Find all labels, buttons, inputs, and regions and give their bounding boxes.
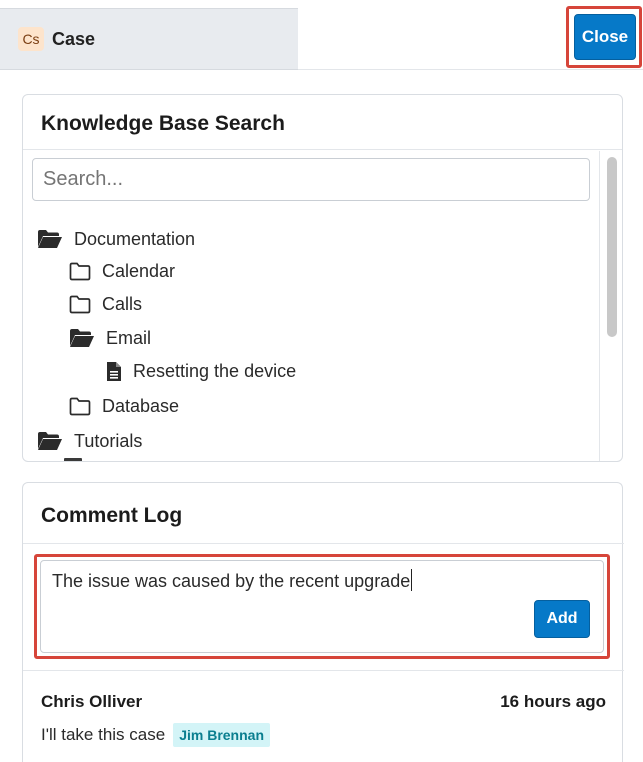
knowledge-base-scrollbar[interactable] — [599, 151, 622, 461]
tree-item-label: Calls — [102, 293, 143, 314]
folder-open-icon — [70, 329, 94, 347]
knowledge-base-title: Knowledge Base Search — [41, 112, 285, 135]
document-icon — [107, 361, 121, 381]
folder-icon — [69, 295, 91, 313]
comment-text: I'll take this case — [41, 725, 166, 744]
tree-item-documentation[interactable]: Documentation — [37, 224, 195, 254]
comment-input[interactable]: The issue was caused by the recent upgra… — [40, 560, 604, 653]
tree-item-label: Tutorials — [74, 430, 143, 451]
add-comment-button[interactable]: Add — [534, 600, 590, 638]
folder-open-icon — [38, 432, 62, 450]
tab-bar-divider — [298, 69, 643, 70]
tree-item-label: Email — [106, 327, 152, 348]
tree-item-label: Resetting the device — [133, 360, 297, 381]
panel-divider — [23, 543, 624, 544]
comment-timestamp: 16 hours ago — [500, 692, 606, 711]
tree-item-calls[interactable]: Calls — [69, 289, 142, 319]
tab-case[interactable]: Cs Case — [0, 8, 298, 70]
knowledge-base-panel: Knowledge Base Search Documentation Cale… — [22, 94, 623, 462]
tab-bar: Cs Case — [0, 0, 643, 70]
comment-input-text[interactable]: The issue was caused by the recent upgra… — [52, 569, 413, 592]
case-module-badge: Cs — [18, 27, 44, 51]
tree-item-resetting-the-device[interactable]: Resetting the device — [106, 356, 296, 386]
knowledge-base-search-input[interactable] — [32, 158, 590, 201]
folder-icon — [69, 397, 91, 415]
user-mention-tag[interactable]: Jim Brennan — [173, 723, 271, 747]
text-caret — [411, 569, 413, 591]
comment-draft-text: The issue was caused by the recent upgra… — [52, 571, 411, 591]
tree-item-label: Database — [102, 395, 180, 416]
clipped-tree-icon — [64, 458, 82, 461]
close-button[interactable]: Close — [574, 14, 636, 60]
folder-icon — [69, 262, 91, 280]
tree-item-database[interactable]: Database — [69, 391, 179, 421]
tree-item-tutorials[interactable]: Tutorials — [37, 426, 142, 456]
tab-case-label: Case — [52, 28, 96, 49]
tree-item-email[interactable]: Email — [69, 323, 151, 353]
tree-item-label: Calendar — [102, 260, 176, 281]
panel-divider — [23, 149, 622, 150]
comment-body: I'll take this case Jim Brennan — [41, 723, 271, 747]
scrollbar-thumb[interactable] — [607, 157, 617, 337]
tree-item-calendar[interactable]: Calendar — [69, 256, 175, 286]
comment-log-title: Comment Log — [41, 504, 183, 527]
folder-open-icon — [38, 230, 62, 248]
comment-divider — [23, 670, 624, 671]
comment-author: Chris Olliver — [41, 692, 143, 711]
tree-item-label: Documentation — [74, 228, 196, 249]
